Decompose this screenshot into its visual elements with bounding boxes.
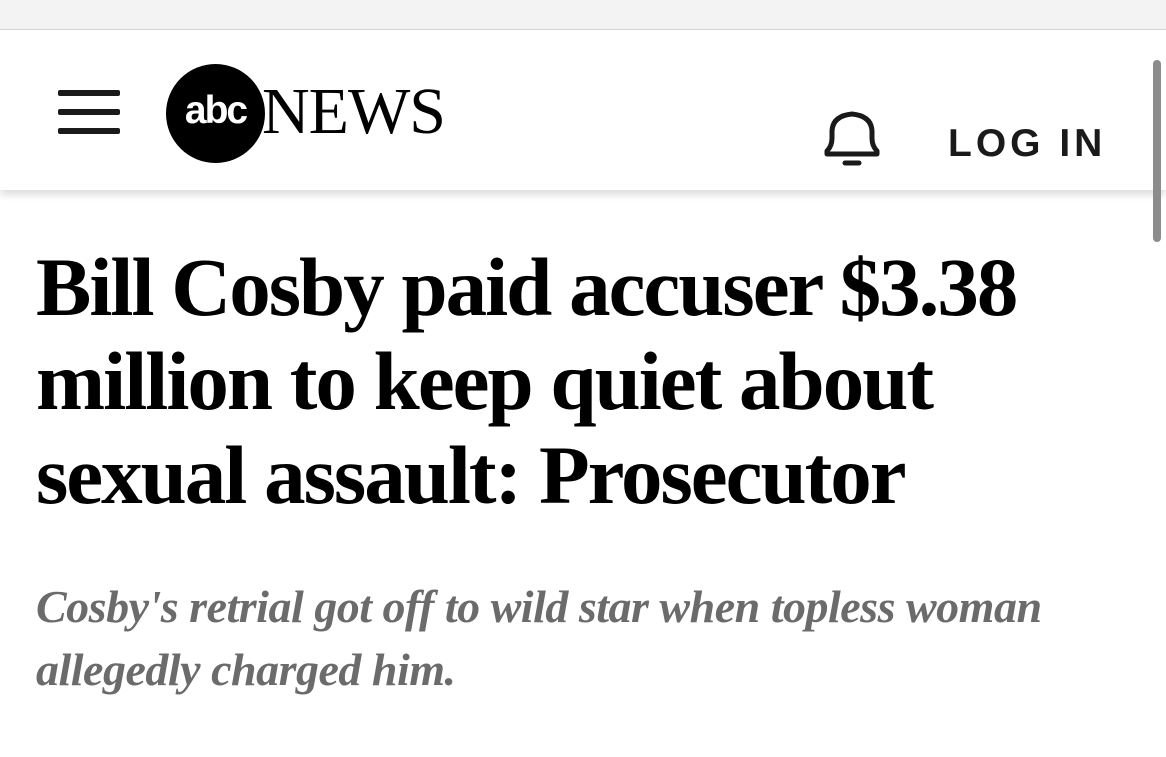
menu-button[interactable] — [58, 90, 120, 134]
article-subheadline: Cosby's retrial got off to wild star whe… — [36, 581, 1042, 695]
site-header: abc NEWS LOG IN — [0, 30, 1166, 190]
notifications-button[interactable] — [818, 108, 886, 170]
login-button[interactable]: LOG IN — [948, 118, 1106, 170]
article-headline: Bill Cosby paid accuser $3.38 million to… — [36, 241, 1018, 521]
hamburger-menu-icon — [58, 109, 120, 115]
abc-news-logo[interactable]: abc NEWS — [166, 64, 466, 164]
abc-logo-text: abc — [184, 89, 248, 132]
bell-icon — [824, 111, 880, 166]
hamburger-menu-icon — [58, 90, 120, 96]
news-wordmark: NEWS — [262, 75, 446, 148]
page: abc NEWS LOG IN Bill Cosby paid accuser … — [0, 0, 1166, 757]
hamburger-menu-icon — [58, 128, 120, 134]
scrollbar[interactable] — [1153, 60, 1161, 242]
browser-top-strip — [0, 0, 1166, 30]
abc-logo-circle: abc — [166, 64, 265, 163]
